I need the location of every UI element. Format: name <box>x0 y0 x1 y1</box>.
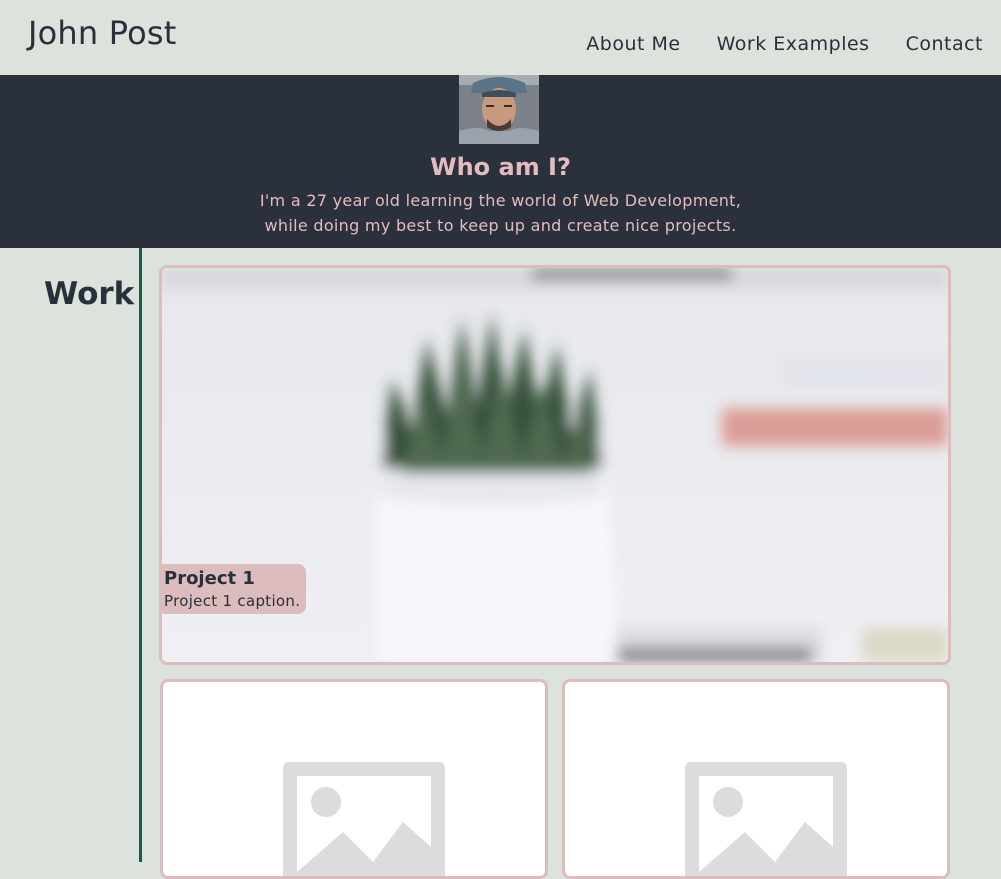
project-card-3[interactable] <box>562 679 950 879</box>
hero-title: Who am I? <box>430 153 571 181</box>
nav-link-contact[interactable]: Contact <box>906 33 983 55</box>
image-placeholder-icon <box>685 762 847 876</box>
nav-link-about-me[interactable]: About Me <box>586 33 680 55</box>
main-nav: About Me Work Examples Contact <box>586 33 983 55</box>
hero-description-line-1: I'm a 27 year old learning the world of … <box>259 191 742 210</box>
site-title[interactable]: John Post <box>28 14 177 52</box>
avatar <box>459 75 539 144</box>
image-placeholder-icon <box>283 762 445 876</box>
project-title: Project 1 <box>164 568 255 589</box>
about-hero: Who am I? I'm a 27 year old learning the… <box>0 75 1001 248</box>
work-heading: Work <box>44 276 135 312</box>
project-card-1[interactable]: Project 1 Project 1 caption. <box>159 265 951 665</box>
work-divider <box>139 248 142 862</box>
site-header: John Post About Me Work Examples Contact <box>0 0 1001 75</box>
hero-description: I'm a 27 year old learning the world of … <box>0 188 1001 238</box>
project-card-2[interactable] <box>160 679 548 879</box>
project-caption: Project 1 Project 1 caption. <box>162 564 307 614</box>
nav-link-work-examples[interactable]: Work Examples <box>717 33 870 55</box>
project-caption-text: Project 1 caption. <box>164 592 301 610</box>
hero-description-line-2: while doing my best to keep up and creat… <box>264 216 737 235</box>
profile-photo-icon <box>459 75 539 144</box>
